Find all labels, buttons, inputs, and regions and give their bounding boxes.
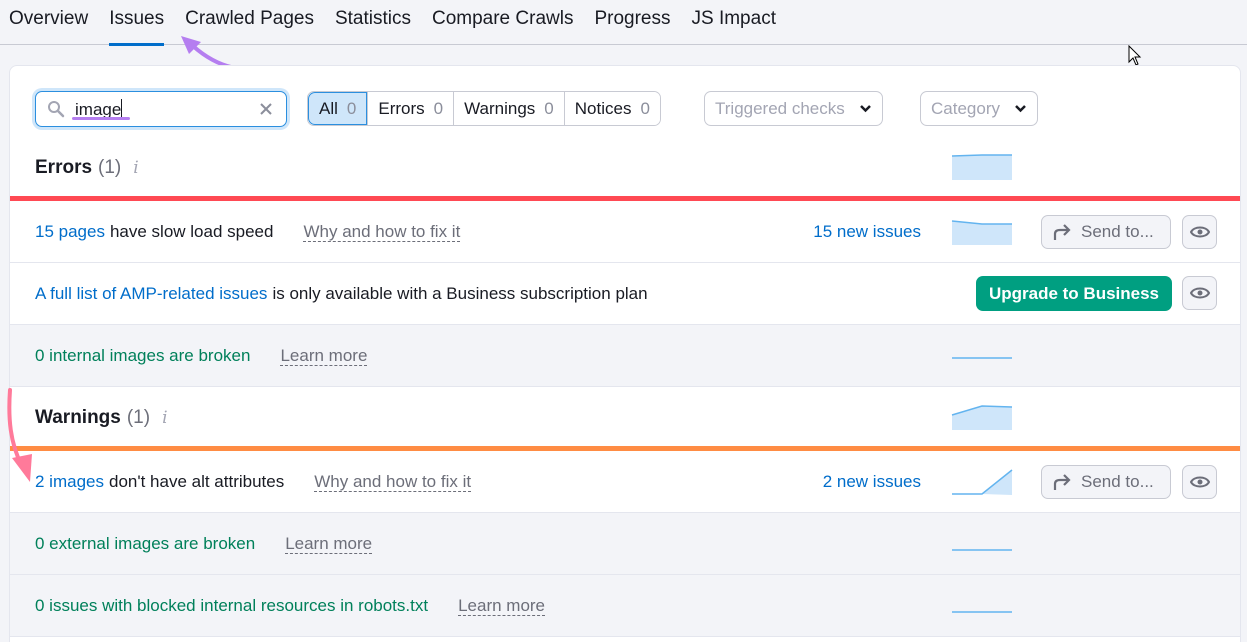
eye-icon [1190,286,1210,300]
new-issues-link[interactable]: 15 new issues [813,222,921,242]
issue-trend-sparkline [951,547,1013,553]
issue-row: 2 images don't have alt attributes Why a… [10,451,1241,513]
severity-filter: All 0 Errors 0 Warnings 0 Notices 0 [307,91,661,126]
warnings-trend-sparkline [951,404,1013,430]
filter-label: Errors [378,99,424,119]
mouse-cursor-icon [1128,45,1142,67]
filter-label: Notices [575,99,632,119]
issue-trend-sparkline [951,219,1013,245]
filter-count: 0 [434,99,443,119]
filter-errors[interactable]: Errors 0 [367,92,453,125]
tab-progress[interactable]: Progress [594,0,670,45]
chevron-down-icon [859,104,872,113]
issue-text: 0 issues with blocked internal resources… [35,596,428,616]
search-input[interactable]: image [35,91,287,127]
issues-card: image All 0 Errors 0 Warnings 0 Notices 0 Tr… [9,65,1241,642]
issue-trend-sparkline [951,609,1013,615]
upgrade-button[interactable]: Upgrade to Business [976,276,1172,311]
tab-compare-crawls[interactable]: Compare Crawls [432,0,573,45]
send-to-button[interactable]: Send to... [1041,215,1171,249]
info-icon[interactable]: i [133,158,138,178]
eye-icon [1190,475,1210,489]
issue-trend-sparkline [951,355,1013,361]
issue-row: A full list of AMP-related issues is onl… [10,263,1241,325]
hide-issue-button[interactable] [1182,465,1217,499]
issue-text: have slow load speed [110,222,274,242]
errors-header: Errors (1) i [10,143,1241,193]
hide-issue-button[interactable] [1182,276,1217,310]
triggered-checks-dropdown[interactable]: Triggered checks [704,91,883,126]
issue-link[interactable]: A full list of AMP-related issues [35,284,267,304]
share-arrow-icon [1052,223,1072,241]
issue-link[interactable]: 2 images [35,472,104,492]
info-icon[interactable]: i [162,408,167,428]
hide-issue-button[interactable] [1182,215,1217,249]
issue-row: 0 external images are broken Learn more [10,513,1241,575]
issue-text: 0 internal images are broken [35,346,250,366]
help-link[interactable]: Why and how to fix it [303,222,460,242]
issue-link[interactable]: 15 pages [35,222,105,242]
filter-label: Warnings [464,99,535,119]
tab-statistics[interactable]: Statistics [335,0,411,45]
dropdown-label: Triggered checks [715,99,845,119]
tab-js-impact[interactable]: JS Impact [692,0,776,45]
dropdown-label: Category [931,99,1000,119]
warnings-header: Warnings (1) i [10,393,1241,443]
issue-text: 0 external images are broken [35,534,255,554]
send-to-label: Send to... [1081,472,1154,492]
category-dropdown[interactable]: Category [920,91,1038,126]
issue-row: 15 pages have slow load speed Why and ho… [10,201,1241,263]
filter-count: 0 [544,99,553,119]
send-to-button[interactable]: Send to... [1041,465,1171,499]
issue-row: 0 issues with blocked internal resources… [10,575,1241,637]
help-link[interactable]: Why and how to fix it [314,472,471,492]
filter-count: 0 [640,99,649,119]
filter-all[interactable]: All 0 [308,92,367,125]
new-issues-link[interactable]: 2 new issues [823,472,921,492]
annotation-underline [72,117,130,120]
learn-more-link[interactable]: Learn more [458,596,545,616]
errors-trend-sparkline [951,154,1013,180]
issue-trend-sparkline [951,469,1013,495]
section-title: Errors [35,157,92,179]
tab-overview[interactable]: Overview [9,0,88,45]
section-count: (1) [127,407,150,429]
learn-more-link[interactable]: Learn more [285,534,372,554]
issue-text: don't have alt attributes [109,472,284,492]
filter-notices[interactable]: Notices 0 [564,92,660,125]
annotation-arrow-icon [0,388,40,488]
send-to-label: Send to... [1081,222,1154,242]
tab-issues[interactable]: Issues [109,0,164,45]
eye-icon [1190,225,1210,239]
section-title: Warnings [35,407,121,429]
filter-warnings[interactable]: Warnings 0 [453,92,564,125]
issue-row: 0 internal images are broken Learn more [10,325,1241,387]
issue-text: is only available with a Business subscr… [272,284,647,304]
chevron-down-icon [1014,104,1027,113]
learn-more-link[interactable]: Learn more [280,346,367,366]
section-count: (1) [98,157,121,179]
filter-label: All [319,99,338,119]
close-icon[interactable] [259,102,273,116]
share-arrow-icon [1052,473,1072,491]
search-icon [47,100,65,118]
filter-count: 0 [347,99,356,119]
